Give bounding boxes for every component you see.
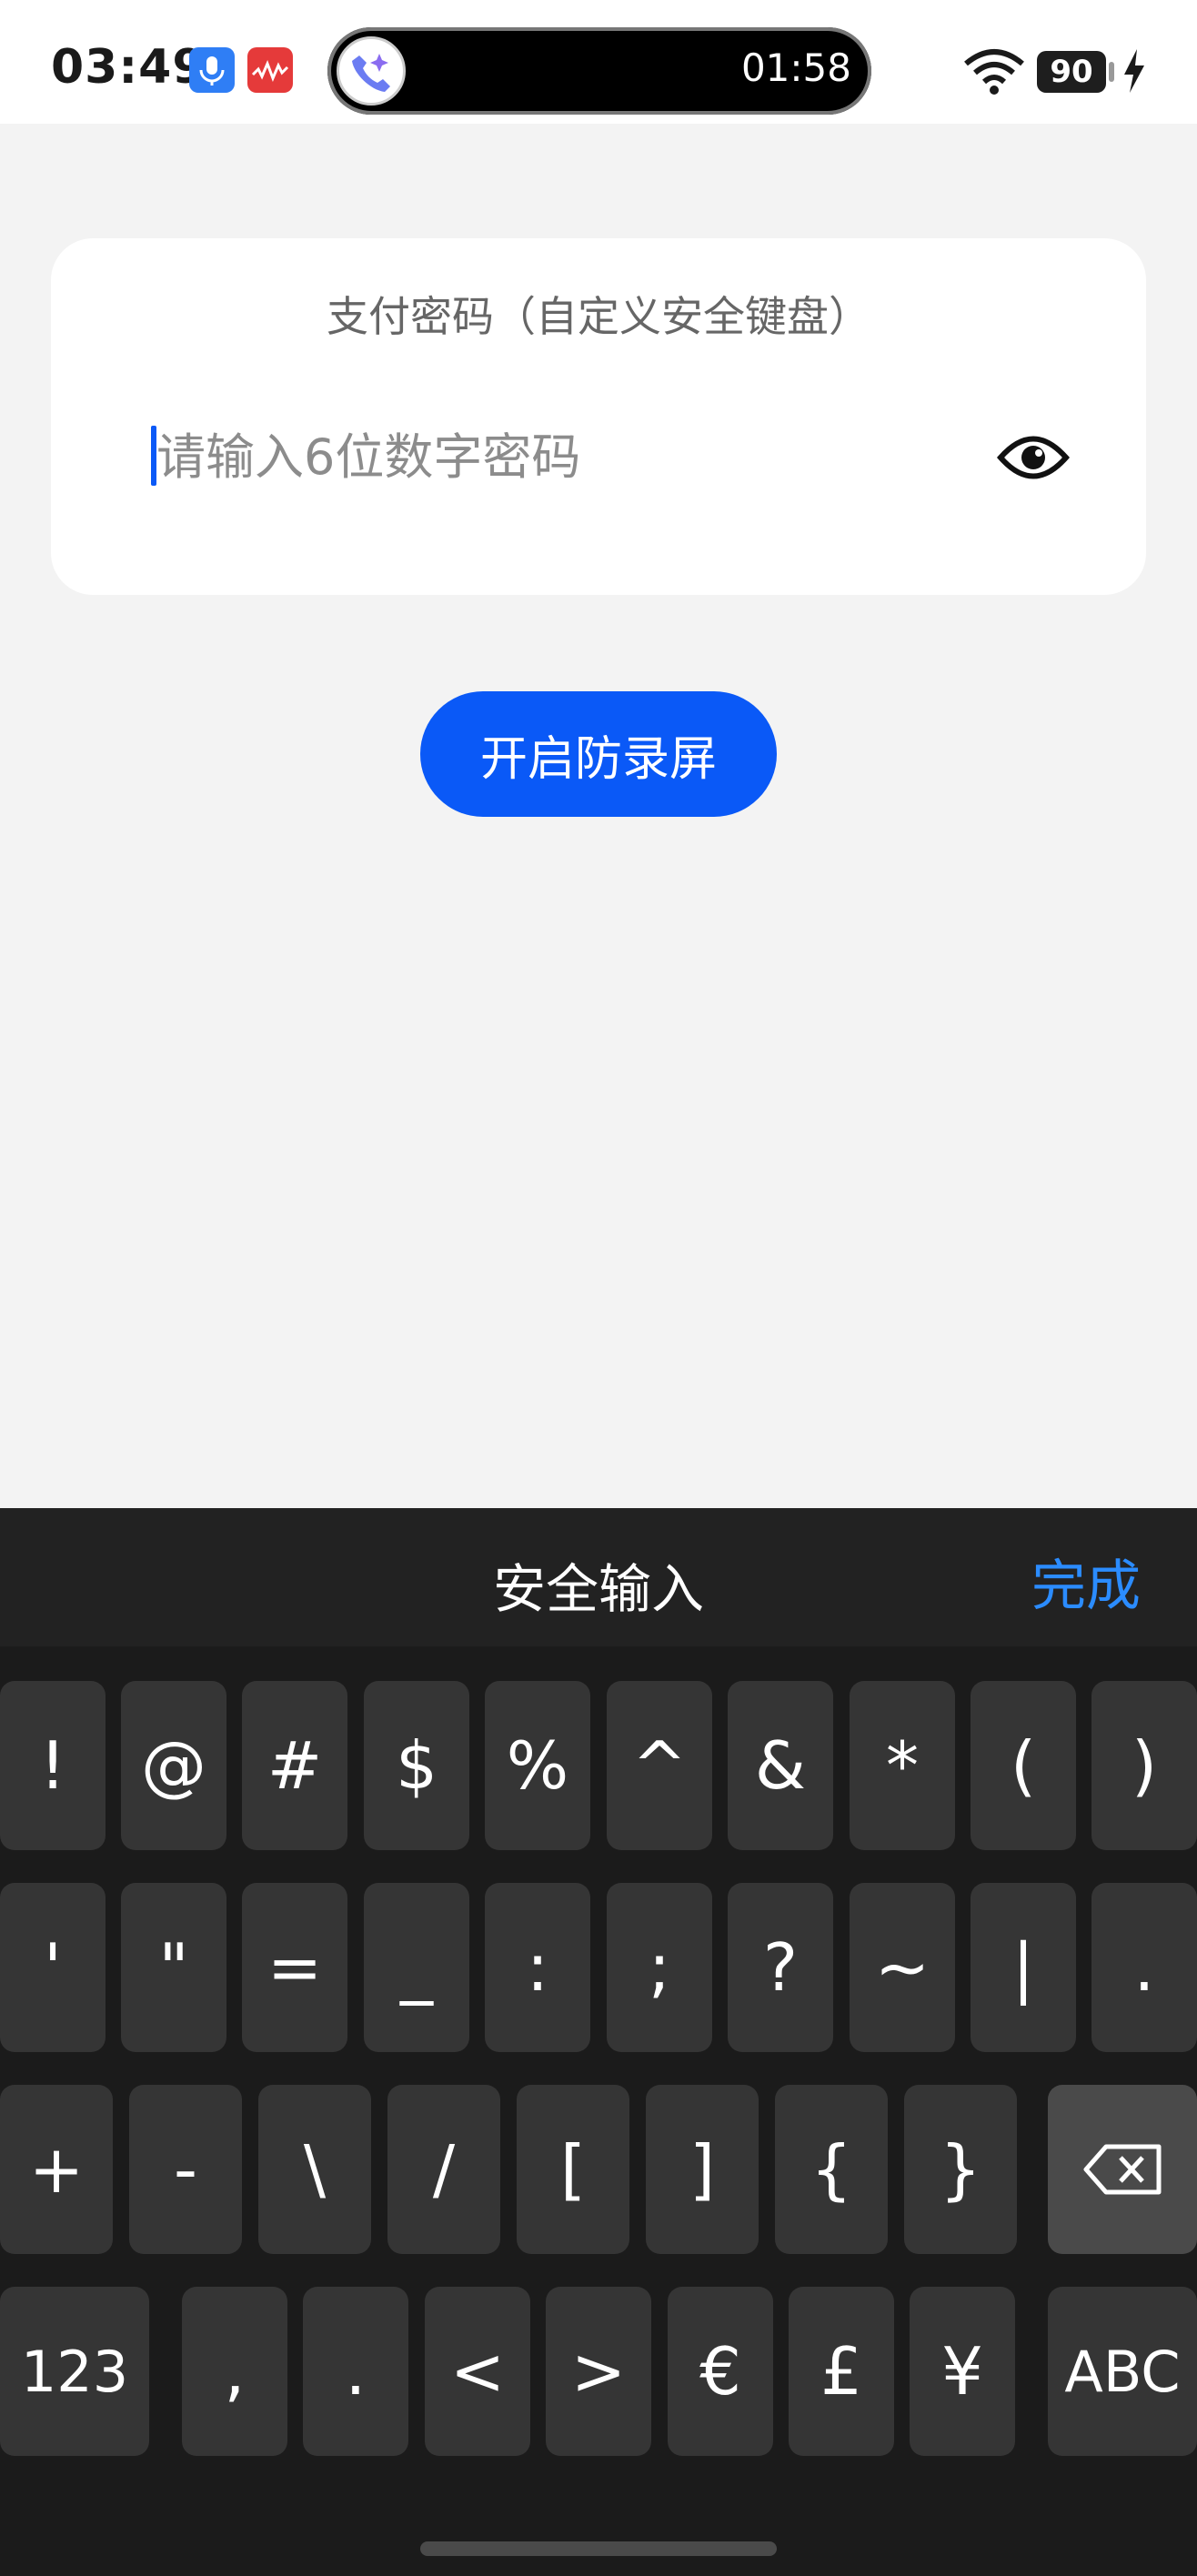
screen-record-icon [247, 47, 293, 93]
home-indicator[interactable] [420, 2541, 777, 2556]
charging-icon [1122, 47, 1146, 98]
microphone-icon [189, 47, 235, 93]
key[interactable]: : [485, 1883, 590, 2052]
key[interactable]: & [728, 1681, 833, 1850]
key[interactable]: $ [364, 1681, 469, 1850]
key[interactable]: ^ [607, 1681, 712, 1850]
backspace-icon [1083, 2144, 1162, 2195]
key[interactable]: . [1091, 1883, 1197, 2052]
key[interactable]: * [850, 1681, 955, 1850]
key[interactable]: € [668, 2287, 773, 2456]
key[interactable]: ? [728, 1883, 833, 2052]
key[interactable]: } [904, 2085, 1017, 2254]
key[interactable]: + [0, 2085, 113, 2254]
key[interactable]: - [129, 2085, 242, 2254]
key[interactable]: ' [0, 1883, 106, 2052]
key[interactable]: = [242, 1883, 347, 2052]
key[interactable]: _ [364, 1883, 469, 2052]
key[interactable]: # [242, 1681, 347, 1850]
key[interactable]: @ [121, 1681, 226, 1850]
key[interactable]: " [121, 1883, 226, 2052]
key[interactable]: / [387, 2085, 500, 2254]
card-title: 支付密码（自定义安全键盘） [327, 292, 870, 341]
password-input[interactable] [151, 417, 957, 497]
alphabet-mode-key[interactable]: ABC [1048, 2287, 1197, 2456]
status-bar: 03:49 01:58 90 [0, 0, 1197, 124]
key[interactable]: < [425, 2287, 530, 2456]
keyboard-title: 安全输入 [492, 1558, 704, 1620]
status-time: 03:49 [51, 40, 206, 95]
key[interactable]: ) [1091, 1681, 1197, 1850]
call-capsule[interactable]: 01:58 [327, 27, 871, 115]
key[interactable]: ] [646, 2085, 759, 2254]
secure-keyboard: ! @ # $ % ^ & * ( ) ' " = _ : ; ? ~ | . … [0, 1646, 1197, 2576]
eye-icon[interactable] [997, 431, 1070, 484]
key[interactable]: , [182, 2287, 287, 2456]
password-card: 支付密码（自定义安全键盘） [51, 238, 1146, 595]
key[interactable]: ¥ [910, 2287, 1015, 2456]
key[interactable]: | [971, 1883, 1076, 2052]
key[interactable]: . [303, 2287, 408, 2456]
backspace-key[interactable] [1048, 2085, 1197, 2254]
key[interactable]: [ [517, 2085, 629, 2254]
enable-anti-recording-button[interactable]: 开启防录屏 [420, 691, 777, 817]
key[interactable]: { [775, 2085, 888, 2254]
key[interactable]: £ [789, 2287, 894, 2456]
numeric-mode-key[interactable]: 123 [0, 2287, 149, 2456]
key[interactable]: ! [0, 1681, 106, 1850]
key[interactable]: > [546, 2287, 651, 2456]
done-button[interactable]: 完成 [1026, 1541, 1146, 1622]
battery-tip [1109, 62, 1114, 82]
call-timer: 01:58 [740, 45, 851, 90]
text-caret [151, 426, 156, 486]
key[interactable]: ~ [850, 1883, 955, 2052]
wifi-icon [962, 45, 1026, 100]
call-phone-icon [337, 36, 406, 106]
battery-level: 90 [1037, 51, 1106, 93]
key[interactable]: % [485, 1681, 590, 1850]
key[interactable]: \ [258, 2085, 371, 2254]
key[interactable]: ; [607, 1883, 712, 2052]
keyboard-header: 安全输入 完成 [0, 1508, 1197, 1646]
key[interactable]: ( [971, 1681, 1076, 1850]
